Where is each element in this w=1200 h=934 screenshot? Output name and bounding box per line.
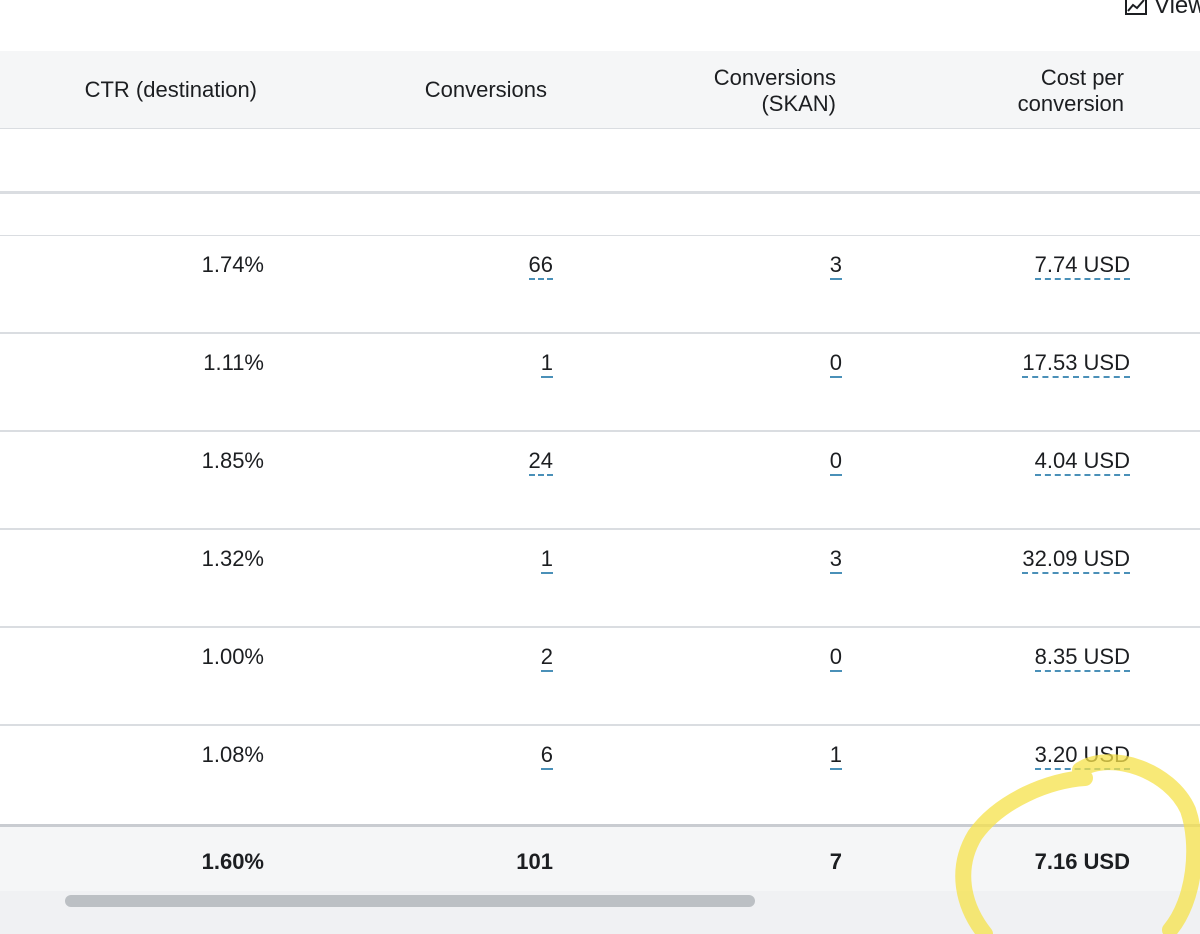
cell-conversions-skan[interactable]: 3 xyxy=(829,546,842,574)
table-row: 1.00% 2 0 8.35 USD xyxy=(0,628,1200,726)
header-ctr-label: CTR (destination) xyxy=(84,77,257,102)
horizontal-scrollbar[interactable] xyxy=(0,891,1200,934)
cell-cost-per-conversion[interactable]: 3.20 USD xyxy=(1034,742,1130,770)
table-row: 1.11% 1 0 17.53 USD xyxy=(0,334,1200,432)
summary-row: 1.60% 101 7 7.16 USD xyxy=(0,824,1200,894)
cell-conversions-skan[interactable]: 0 xyxy=(829,644,842,672)
cell-ctr: 1.11% xyxy=(203,350,264,375)
summary-cost-per-conversion: 7.16 USD xyxy=(1034,849,1130,874)
header-conversions-skan[interactable]: Conversions (SKAN) xyxy=(714,65,836,117)
header-skan-line1: Conversions xyxy=(713,65,836,90)
header-skan-line2: (SKAN) xyxy=(761,91,836,116)
header-cost-line1: Cost per xyxy=(1040,65,1124,90)
cell-cost-per-conversion[interactable]: 32.09 USD xyxy=(1022,546,1130,574)
cell-ctr: 1.74% xyxy=(201,252,264,277)
scrollbar-thumb[interactable] xyxy=(65,895,755,907)
summary-ctr: 1.60% xyxy=(201,849,264,874)
header-cost-per-conversion[interactable]: Cost per conversion xyxy=(1018,65,1124,117)
summary-conversions: 101 xyxy=(516,849,553,874)
cell-cost-per-conversion[interactable]: 7.74 USD xyxy=(1034,252,1130,280)
cell-conversions[interactable]: 6 xyxy=(540,742,553,770)
header-conversions[interactable]: Conversions xyxy=(425,77,547,103)
header-ctr[interactable]: CTR (destination) xyxy=(85,77,257,103)
cell-conversions[interactable]: 1 xyxy=(540,350,553,378)
cell-ctr: 1.00% xyxy=(201,644,264,669)
cell-ctr: 1.85% xyxy=(201,448,264,473)
cell-cost-per-conversion[interactable]: 8.35 USD xyxy=(1034,644,1130,672)
summary-conversions-skan: 7 xyxy=(829,849,842,874)
cell-conversions[interactable]: 66 xyxy=(528,252,553,280)
view-link-label: View xyxy=(1154,0,1200,19)
cell-conversions-skan[interactable]: 0 xyxy=(829,448,842,476)
cell-ctr: 1.08% xyxy=(201,742,264,767)
table-spacer-row xyxy=(0,129,1200,194)
cell-conversions[interactable]: 2 xyxy=(540,644,553,672)
chart-view-icon xyxy=(1125,0,1147,15)
cell-conversions-skan[interactable]: 3 xyxy=(829,252,842,280)
view-charts-link[interactable]: View xyxy=(1124,0,1200,20)
table-spacer-row xyxy=(0,194,1200,236)
cell-conversions-skan[interactable]: 1 xyxy=(829,742,842,770)
table-row: 1.08% 6 1 3.20 USD xyxy=(0,726,1200,822)
table-row: 1.74% 66 3 7.74 USD xyxy=(0,236,1200,334)
table-row: 1.32% 1 3 32.09 USD xyxy=(0,530,1200,628)
cell-conversions-skan[interactable]: 0 xyxy=(829,350,842,378)
ads-table-view: View CTR (destination) Conversions Conve… xyxy=(0,0,1200,934)
cell-cost-per-conversion[interactable]: 4.04 USD xyxy=(1034,448,1130,476)
header-cost-line2: conversion xyxy=(1017,91,1124,116)
table-row: 1.85% 24 0 4.04 USD xyxy=(0,432,1200,530)
cell-ctr: 1.32% xyxy=(201,546,264,571)
table-header: CTR (destination) Conversions Conversion… xyxy=(0,51,1200,129)
cell-conversions[interactable]: 1 xyxy=(540,546,553,574)
cell-conversions[interactable]: 24 xyxy=(528,448,553,476)
cell-cost-per-conversion[interactable]: 17.53 USD xyxy=(1022,350,1130,378)
header-conversions-label: Conversions xyxy=(424,77,547,102)
